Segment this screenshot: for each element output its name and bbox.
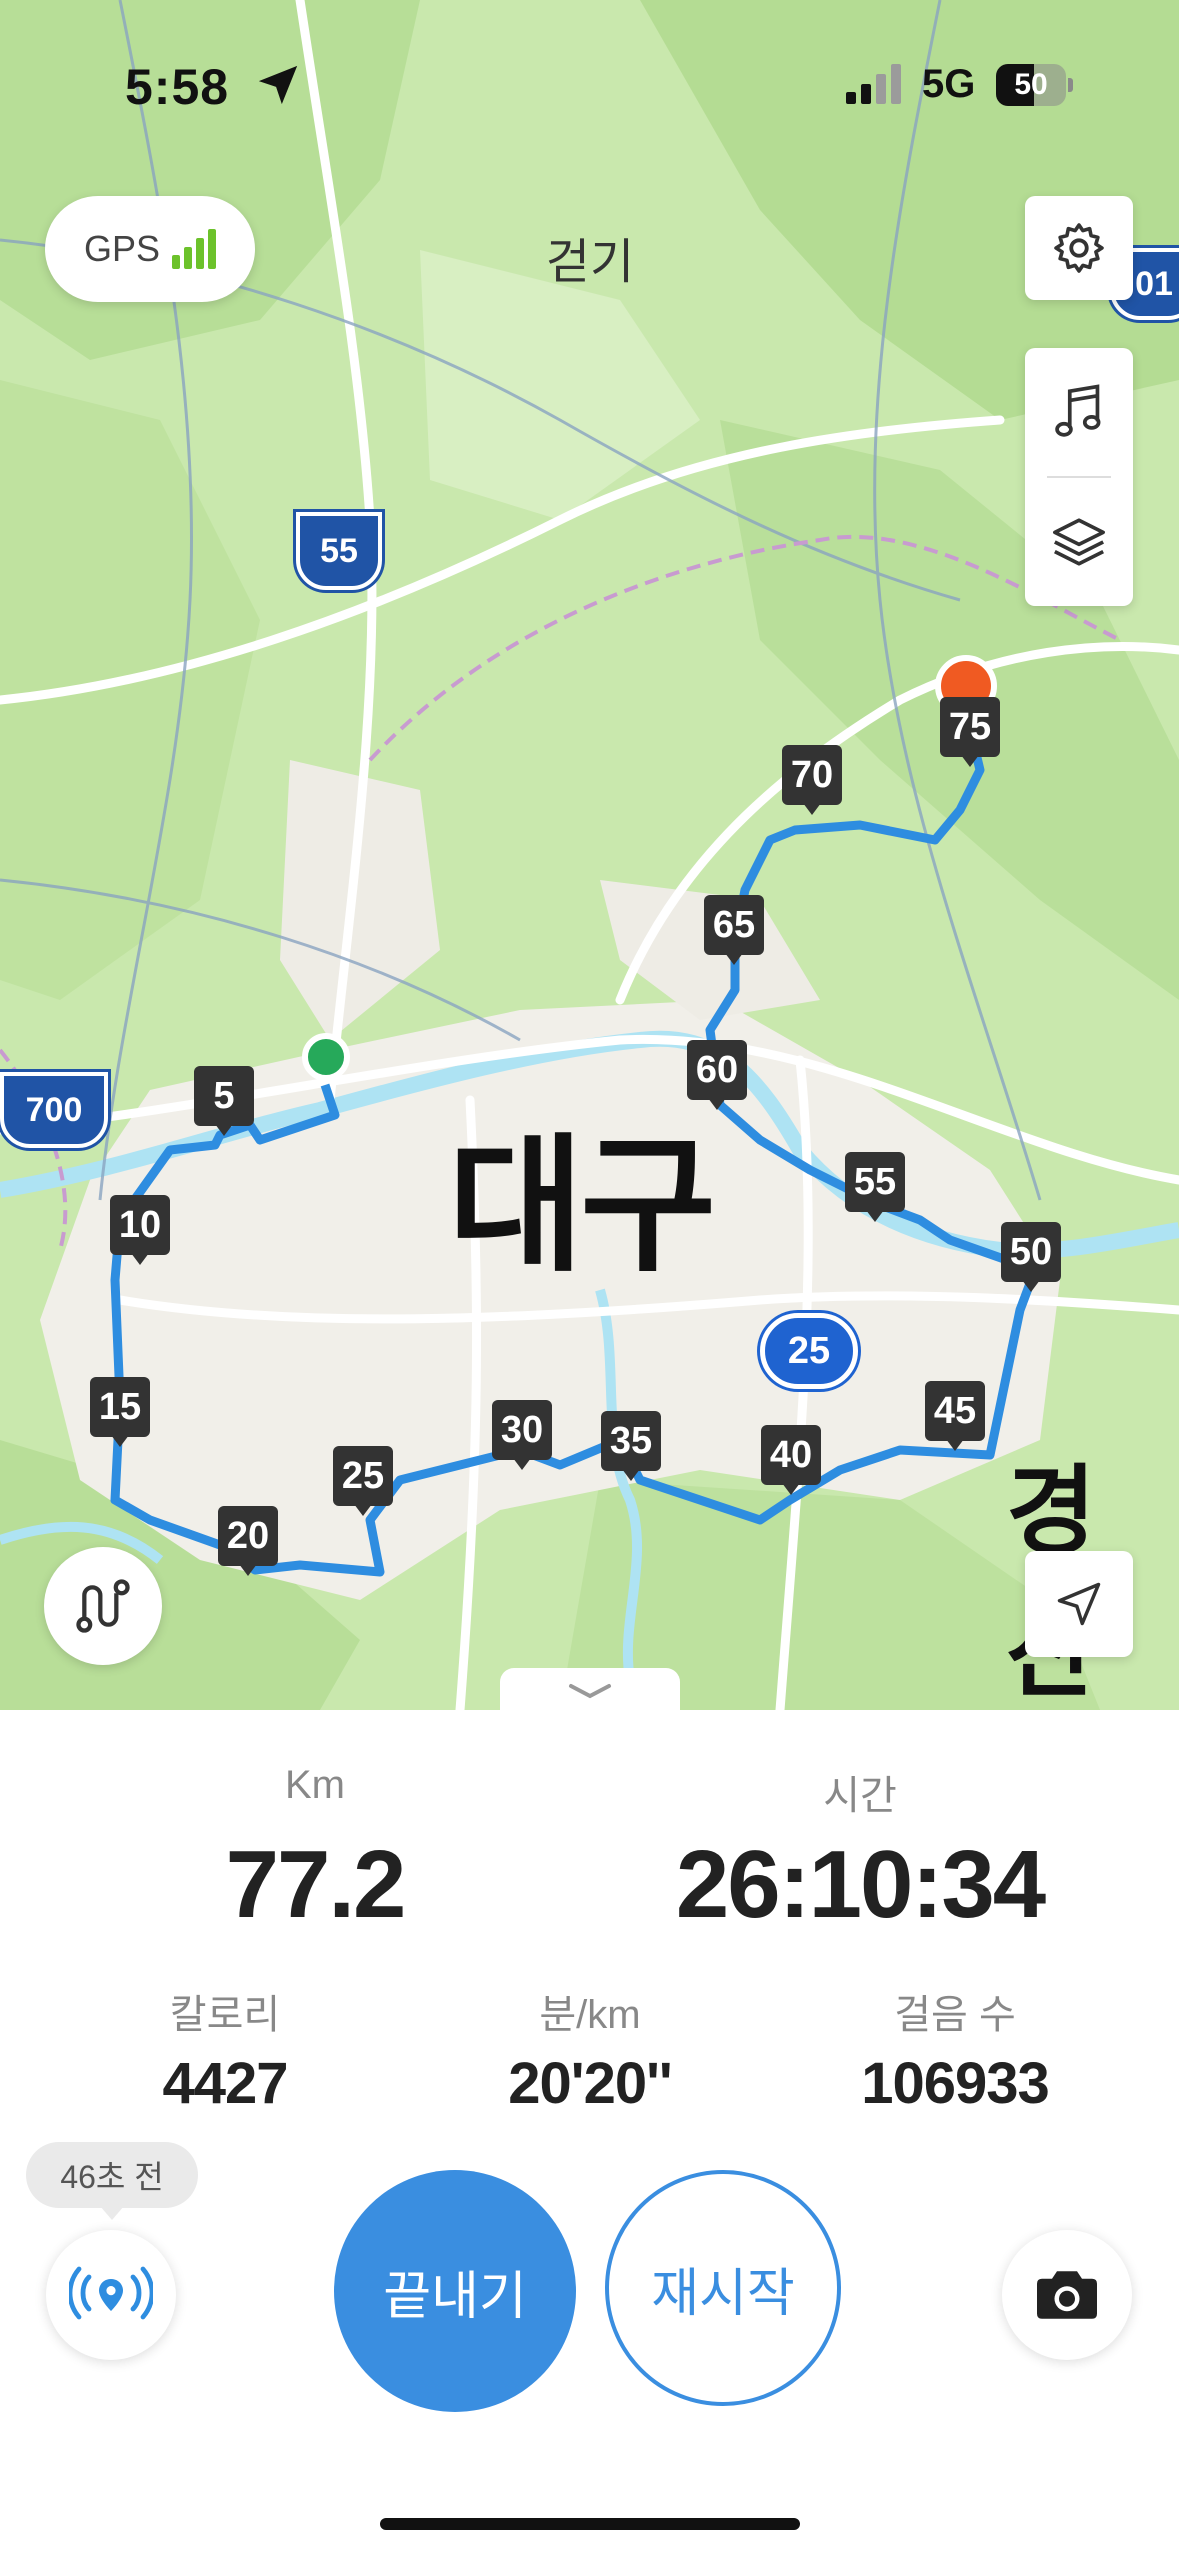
time-value: 26:10:34 — [675, 1831, 1046, 1938]
road-shield-700: 700 — [0, 1072, 108, 1148]
map-tools-panel — [1025, 348, 1133, 606]
network-type: 5G — [922, 62, 976, 106]
gps-label: GPS — [83, 228, 161, 269]
sheet-collapse-handle[interactable] — [500, 1668, 680, 1716]
activity-mode-title: 걷기 — [545, 236, 635, 289]
camera-icon — [1037, 2271, 1097, 2319]
route-toggle-button[interactable] — [44, 1547, 162, 1665]
calories-value: 4427 — [162, 2051, 288, 2116]
km-marker-label: 55 — [845, 1152, 905, 1212]
locate-me-button[interactable] — [1025, 1551, 1133, 1657]
layers-icon — [1053, 518, 1105, 566]
broadcast-location-icon — [69, 2266, 153, 2320]
km-marker-label: 25 — [333, 1446, 393, 1506]
gps-status-pill[interactable]: GPS — [45, 196, 255, 302]
km-marker-label: 50 — [1001, 1222, 1061, 1282]
music-note-icon — [1055, 384, 1101, 437]
km-marker-label: 60 — [687, 1040, 747, 1100]
km-marker-label: 5 — [194, 1066, 254, 1126]
km-marker-label: 75 — [940, 697, 1000, 757]
km-marker-label: 35 — [601, 1411, 661, 1471]
steps-value: 106933 — [861, 2051, 1050, 2116]
navigation-arrow-icon — [1057, 1582, 1101, 1626]
status-time: 5:58 — [125, 59, 230, 115]
steps-label: 걸음 수 — [894, 1993, 1016, 2037]
restart-button[interactable]: 재시작 — [605, 2170, 841, 2406]
distance-value: 77.2 — [225, 1831, 407, 1938]
route-icon — [76, 1579, 130, 1633]
km-marker-label: 15 — [90, 1377, 150, 1437]
road-shield-55-label: 55 — [320, 531, 358, 570]
km-marker-label: 40 — [761, 1425, 821, 1485]
road-shield-01-label: 01 — [1135, 264, 1173, 303]
road-shield-25-label: 25 — [787, 1329, 831, 1372]
settings-button[interactable] — [1025, 196, 1133, 300]
time-label: 시간 — [823, 1774, 897, 1818]
battery-icon: 50 — [996, 64, 1074, 106]
live-share-button[interactable] — [46, 2230, 176, 2360]
km-marker-label: 30 — [492, 1400, 552, 1460]
gear-icon — [1054, 223, 1104, 273]
tooltip-tail — [100, 2206, 124, 2220]
music-button[interactable] — [1025, 348, 1133, 476]
map-layers-button[interactable] — [1025, 478, 1133, 606]
road-shield-700-label: 700 — [25, 1090, 83, 1129]
pace-value: 20'20'' — [508, 2051, 672, 2116]
location-arrow-icon — [258, 65, 298, 105]
home-indicator[interactable] — [380, 2518, 800, 2530]
start-point — [302, 1033, 350, 1081]
km-marker-label: 45 — [925, 1381, 985, 1441]
distance-label: Km — [285, 1763, 345, 1807]
km-marker-label: 70 — [782, 745, 842, 805]
gps-signal-icon — [172, 229, 217, 269]
road-shield-25: 25 — [760, 1313, 858, 1389]
city-label-daegu: 대구 — [448, 1124, 716, 1289]
km-marker-label: 65 — [704, 895, 764, 955]
pace-label: 분/km — [539, 1993, 641, 2037]
finish-button[interactable]: 끝내기 — [334, 2170, 576, 2412]
cellular-signal-icon — [846, 64, 901, 104]
calories-label: 칼로리 — [169, 1993, 281, 2037]
km-marker-label: 20 — [218, 1506, 278, 1566]
chevron-down-icon — [569, 1684, 611, 1699]
last-sync-tooltip: 46초 전 — [26, 2142, 198, 2208]
camera-button[interactable] — [1002, 2230, 1132, 2360]
road-shield-55: 55 — [296, 512, 382, 590]
km-marker-label: 10 — [110, 1195, 170, 1255]
battery-level: 50 — [1014, 68, 1048, 101]
